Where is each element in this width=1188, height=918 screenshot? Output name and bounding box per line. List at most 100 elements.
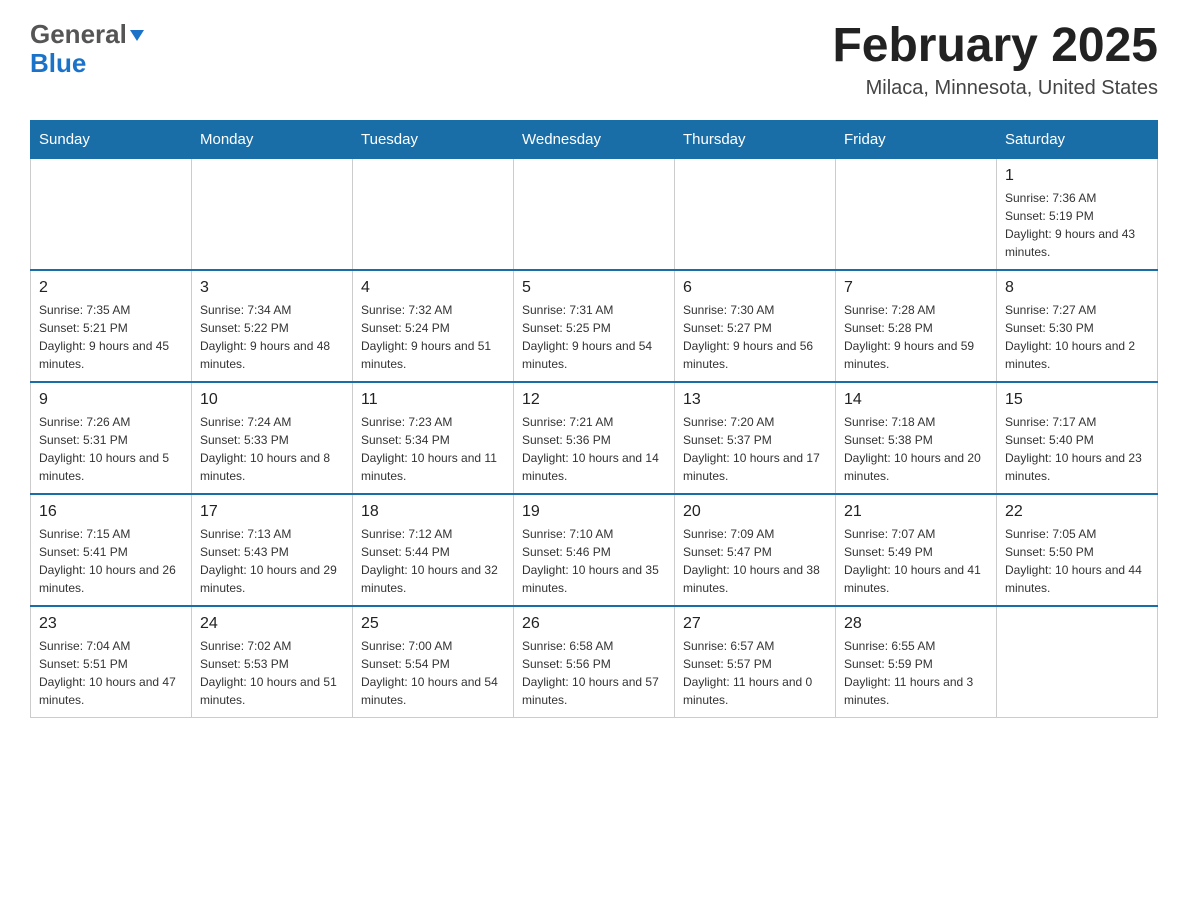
table-row: 25Sunrise: 7:00 AMSunset: 5:54 PMDayligh…: [353, 606, 514, 718]
day-number: 20: [683, 503, 827, 521]
day-number: 15: [1005, 391, 1149, 409]
day-number: 13: [683, 391, 827, 409]
header-tuesday: Tuesday: [353, 120, 514, 158]
logo-triangle-icon: [130, 30, 144, 41]
table-row: 17 Sunrise: 7:13 AMSunset: 5:43 PMDayligh…: [192, 494, 353, 606]
day-info: Sunrise: 7:31 AMSunset: 5:25 PMDaylight:…: [522, 301, 666, 373]
day-info: Sunrise: 7:26 AMSunset: 5:31 PMDaylight:…: [39, 413, 183, 485]
day-info: Sunrise: 7:21 AMSunset: 5:36 PMDaylight:…: [522, 413, 666, 485]
table-row: [997, 606, 1158, 718]
day-info: Sunrise: 7:18 AMSunset: 5:38 PMDaylight:…: [844, 413, 988, 485]
table-row: 15 Sunrise: 7:17 AMSunset: 5:40 PMDayligh…: [997, 382, 1158, 494]
day-info: Sunrise: 7:35 AMSunset: 5:21 PMDaylight:…: [39, 301, 183, 373]
table-row: 2 Sunrise: 7:35 AMSunset: 5:21 PMDaylight…: [31, 270, 192, 382]
day-number: 3: [200, 279, 344, 297]
day-info: Sunrise: 7:09 AMSunset: 5:47 PMDaylight:…: [683, 525, 827, 597]
day-number: 17: [200, 503, 344, 521]
day-number: 7: [844, 279, 988, 297]
table-row: 16 Sunrise: 7:15 AMSunset: 5:41 PMDayligh…: [31, 494, 192, 606]
header-friday: Friday: [836, 120, 997, 158]
day-info: Sunrise: 7:28 AMSunset: 5:28 PMDaylight:…: [844, 301, 988, 373]
calendar-week-row: 9Sunrise: 7:26 AMSunset: 5:31 PMDaylight…: [31, 382, 1158, 494]
table-row: 27 Sunrise: 6:57 AMSunset: 5:57 PMDayligh…: [675, 606, 836, 718]
table-row: [353, 158, 514, 270]
day-number: 11: [361, 391, 505, 409]
subtitle: Milaca, Minnesota, United States: [832, 77, 1158, 100]
header-sunday: Sunday: [31, 120, 192, 158]
table-row: 8 Sunrise: 7:27 AMSunset: 5:30 PMDaylight…: [997, 270, 1158, 382]
table-row: 14 Sunrise: 7:18 AMSunset: 5:38 PMDayligh…: [836, 382, 997, 494]
table-row: 6Sunrise: 7:30 AMSunset: 5:27 PMDaylight…: [675, 270, 836, 382]
calendar-week-row: 1 Sunrise: 7:36 AMSunset: 5:19 PMDaylight…: [31, 158, 1158, 270]
table-row: 11 Sunrise: 7:23 AMSunset: 5:34 PMDayligh…: [353, 382, 514, 494]
table-row: 1 Sunrise: 7:36 AMSunset: 5:19 PMDaylight…: [997, 158, 1158, 270]
table-row: 26 Sunrise: 6:58 AMSunset: 5:56 PMDayligh…: [514, 606, 675, 718]
day-number: 19: [522, 503, 666, 521]
day-number: 1: [1005, 167, 1149, 185]
table-row: 28 Sunrise: 6:55 AMSunset: 5:59 PMDayligh…: [836, 606, 997, 718]
table-row: 23 Sunrise: 7:04 AMSunset: 5:51 PMDayligh…: [31, 606, 192, 718]
day-number: 18: [361, 503, 505, 521]
day-number: 5: [522, 279, 666, 297]
day-number: 28: [844, 615, 988, 633]
table-row: 20 Sunrise: 7:09 AMSunset: 5:47 PMDayligh…: [675, 494, 836, 606]
header-wednesday: Wednesday: [514, 120, 675, 158]
calendar-week-row: 16 Sunrise: 7:15 AMSunset: 5:41 PMDayligh…: [31, 494, 1158, 606]
calendar-week-row: 2 Sunrise: 7:35 AMSunset: 5:21 PMDaylight…: [31, 270, 1158, 382]
day-info: Sunrise: 6:55 AMSunset: 5:59 PMDaylight:…: [844, 637, 988, 709]
calendar-table: Sunday Monday Tuesday Wednesday Thursday…: [30, 120, 1158, 718]
day-info: Sunrise: 7:24 AMSunset: 5:33 PMDaylight:…: [200, 413, 344, 485]
main-title: February 2025: [832, 20, 1158, 73]
day-info: Sunrise: 7:04 AMSunset: 5:51 PMDaylight:…: [39, 637, 183, 709]
day-number: 16: [39, 503, 183, 521]
day-info: Sunrise: 7:15 AMSunset: 5:41 PMDaylight:…: [39, 525, 183, 597]
day-number: 22: [1005, 503, 1149, 521]
day-info: Sunrise: 7:05 AMSunset: 5:50 PMDaylight:…: [1005, 525, 1149, 597]
table-row: 3Sunrise: 7:34 AMSunset: 5:22 PMDaylight…: [192, 270, 353, 382]
day-number: 27: [683, 615, 827, 633]
day-info: Sunrise: 6:58 AMSunset: 5:56 PMDaylight:…: [522, 637, 666, 709]
calendar-week-row: 23 Sunrise: 7:04 AMSunset: 5:51 PMDayligh…: [31, 606, 1158, 718]
day-number: 8: [1005, 279, 1149, 297]
table-row: 13Sunrise: 7:20 AMSunset: 5:37 PMDayligh…: [675, 382, 836, 494]
table-row: 21Sunrise: 7:07 AMSunset: 5:49 PMDayligh…: [836, 494, 997, 606]
header-monday: Monday: [192, 120, 353, 158]
day-info: Sunrise: 7:23 AMSunset: 5:34 PMDaylight:…: [361, 413, 505, 485]
calendar-header-row: Sunday Monday Tuesday Wednesday Thursday…: [31, 120, 1158, 158]
day-number: 6: [683, 279, 827, 297]
table-row: [31, 158, 192, 270]
table-row: 4 Sunrise: 7:32 AMSunset: 5:24 PMDaylight…: [353, 270, 514, 382]
logo-blue-text: Blue: [30, 49, 144, 78]
day-number: 2: [39, 279, 183, 297]
logo-general-text: General: [30, 20, 127, 49]
table-row: 22 Sunrise: 7:05 AMSunset: 5:50 PMDayligh…: [997, 494, 1158, 606]
day-number: 24: [200, 615, 344, 633]
day-info: Sunrise: 7:02 AMSunset: 5:53 PMDaylight:…: [200, 637, 344, 709]
day-number: 12: [522, 391, 666, 409]
day-info: Sunrise: 7:36 AMSunset: 5:19 PMDaylight:…: [1005, 189, 1149, 261]
day-info: Sunrise: 6:57 AMSunset: 5:57 PMDaylight:…: [683, 637, 827, 709]
table-row: [836, 158, 997, 270]
day-info: Sunrise: 7:32 AMSunset: 5:24 PMDaylight:…: [361, 301, 505, 373]
table-row: 19 Sunrise: 7:10 AMSunset: 5:46 PMDayligh…: [514, 494, 675, 606]
table-row: 9Sunrise: 7:26 AMSunset: 5:31 PMDaylight…: [31, 382, 192, 494]
table-row: [675, 158, 836, 270]
page-header: General Blue February 2025 Milaca, Minne…: [30, 20, 1158, 100]
day-number: 10: [200, 391, 344, 409]
day-info: Sunrise: 7:27 AMSunset: 5:30 PMDaylight:…: [1005, 301, 1149, 373]
day-info: Sunrise: 7:17 AMSunset: 5:40 PMDaylight:…: [1005, 413, 1149, 485]
table-row: 12 Sunrise: 7:21 AMSunset: 5:36 PMDayligh…: [514, 382, 675, 494]
table-row: 5 Sunrise: 7:31 AMSunset: 5:25 PMDaylight…: [514, 270, 675, 382]
table-row: [192, 158, 353, 270]
day-number: 26: [522, 615, 666, 633]
day-info: Sunrise: 7:10 AMSunset: 5:46 PMDaylight:…: [522, 525, 666, 597]
table-row: 18Sunrise: 7:12 AMSunset: 5:44 PMDayligh…: [353, 494, 514, 606]
logo: General Blue: [30, 20, 144, 77]
header-saturday: Saturday: [997, 120, 1158, 158]
day-number: 23: [39, 615, 183, 633]
table-row: [514, 158, 675, 270]
day-number: 14: [844, 391, 988, 409]
day-number: 4: [361, 279, 505, 297]
day-info: Sunrise: 7:13 AMSunset: 5:43 PMDaylight:…: [200, 525, 344, 597]
day-info: Sunrise: 7:00 AMSunset: 5:54 PMDaylight:…: [361, 637, 505, 709]
